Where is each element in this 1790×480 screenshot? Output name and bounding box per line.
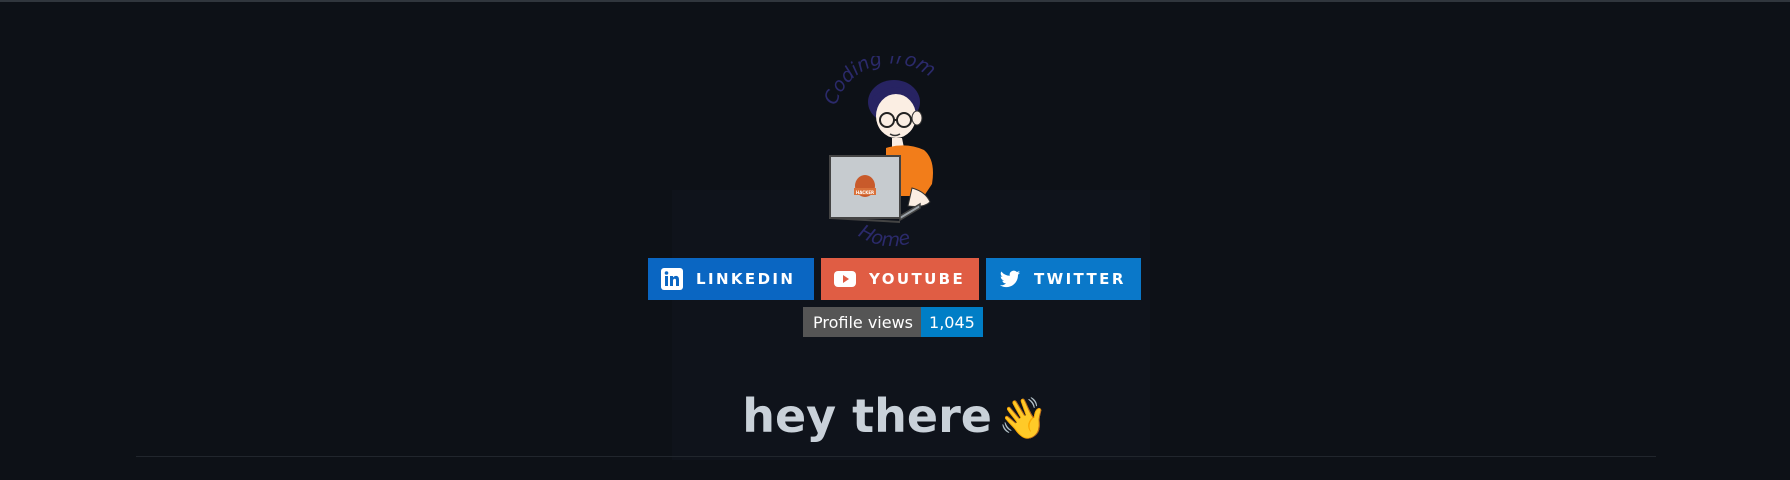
social-badges: LINKEDIN YOUTUBE TWITTER bbox=[648, 258, 1141, 300]
youtube-button[interactable]: YOUTUBE bbox=[821, 258, 979, 300]
twitter-label: TWITTER bbox=[1034, 270, 1126, 288]
heading-underline bbox=[136, 456, 1656, 457]
laptop-sticker: HACKER bbox=[856, 190, 874, 195]
linkedin-icon bbox=[661, 268, 683, 290]
twitter-icon bbox=[999, 268, 1021, 290]
youtube-label: YOUTUBE bbox=[869, 270, 966, 288]
heading-text: hey there bbox=[742, 389, 992, 443]
profile-views-badge: Profile views 1,045 bbox=[803, 307, 983, 337]
top-divider bbox=[0, 0, 1790, 2]
page-heading: hey there 👋 bbox=[0, 380, 1790, 455]
twitter-button[interactable]: TWITTER bbox=[986, 258, 1141, 300]
readme-page: Coding from HACKER Home LINKEDIN YOUTUBE… bbox=[0, 0, 1790, 480]
coding-from-home-avatar: Coding from HACKER Home bbox=[820, 56, 940, 252]
profile-views-count: 1,045 bbox=[921, 307, 983, 337]
profile-views-label: Profile views bbox=[803, 307, 922, 337]
linkedin-label: LINKEDIN bbox=[696, 270, 796, 288]
linkedin-button[interactable]: LINKEDIN bbox=[648, 258, 814, 300]
youtube-icon bbox=[834, 268, 856, 290]
waving-hand-icon: 👋 bbox=[997, 396, 1048, 442]
avatar-caption-bottom: Home bbox=[855, 221, 912, 252]
